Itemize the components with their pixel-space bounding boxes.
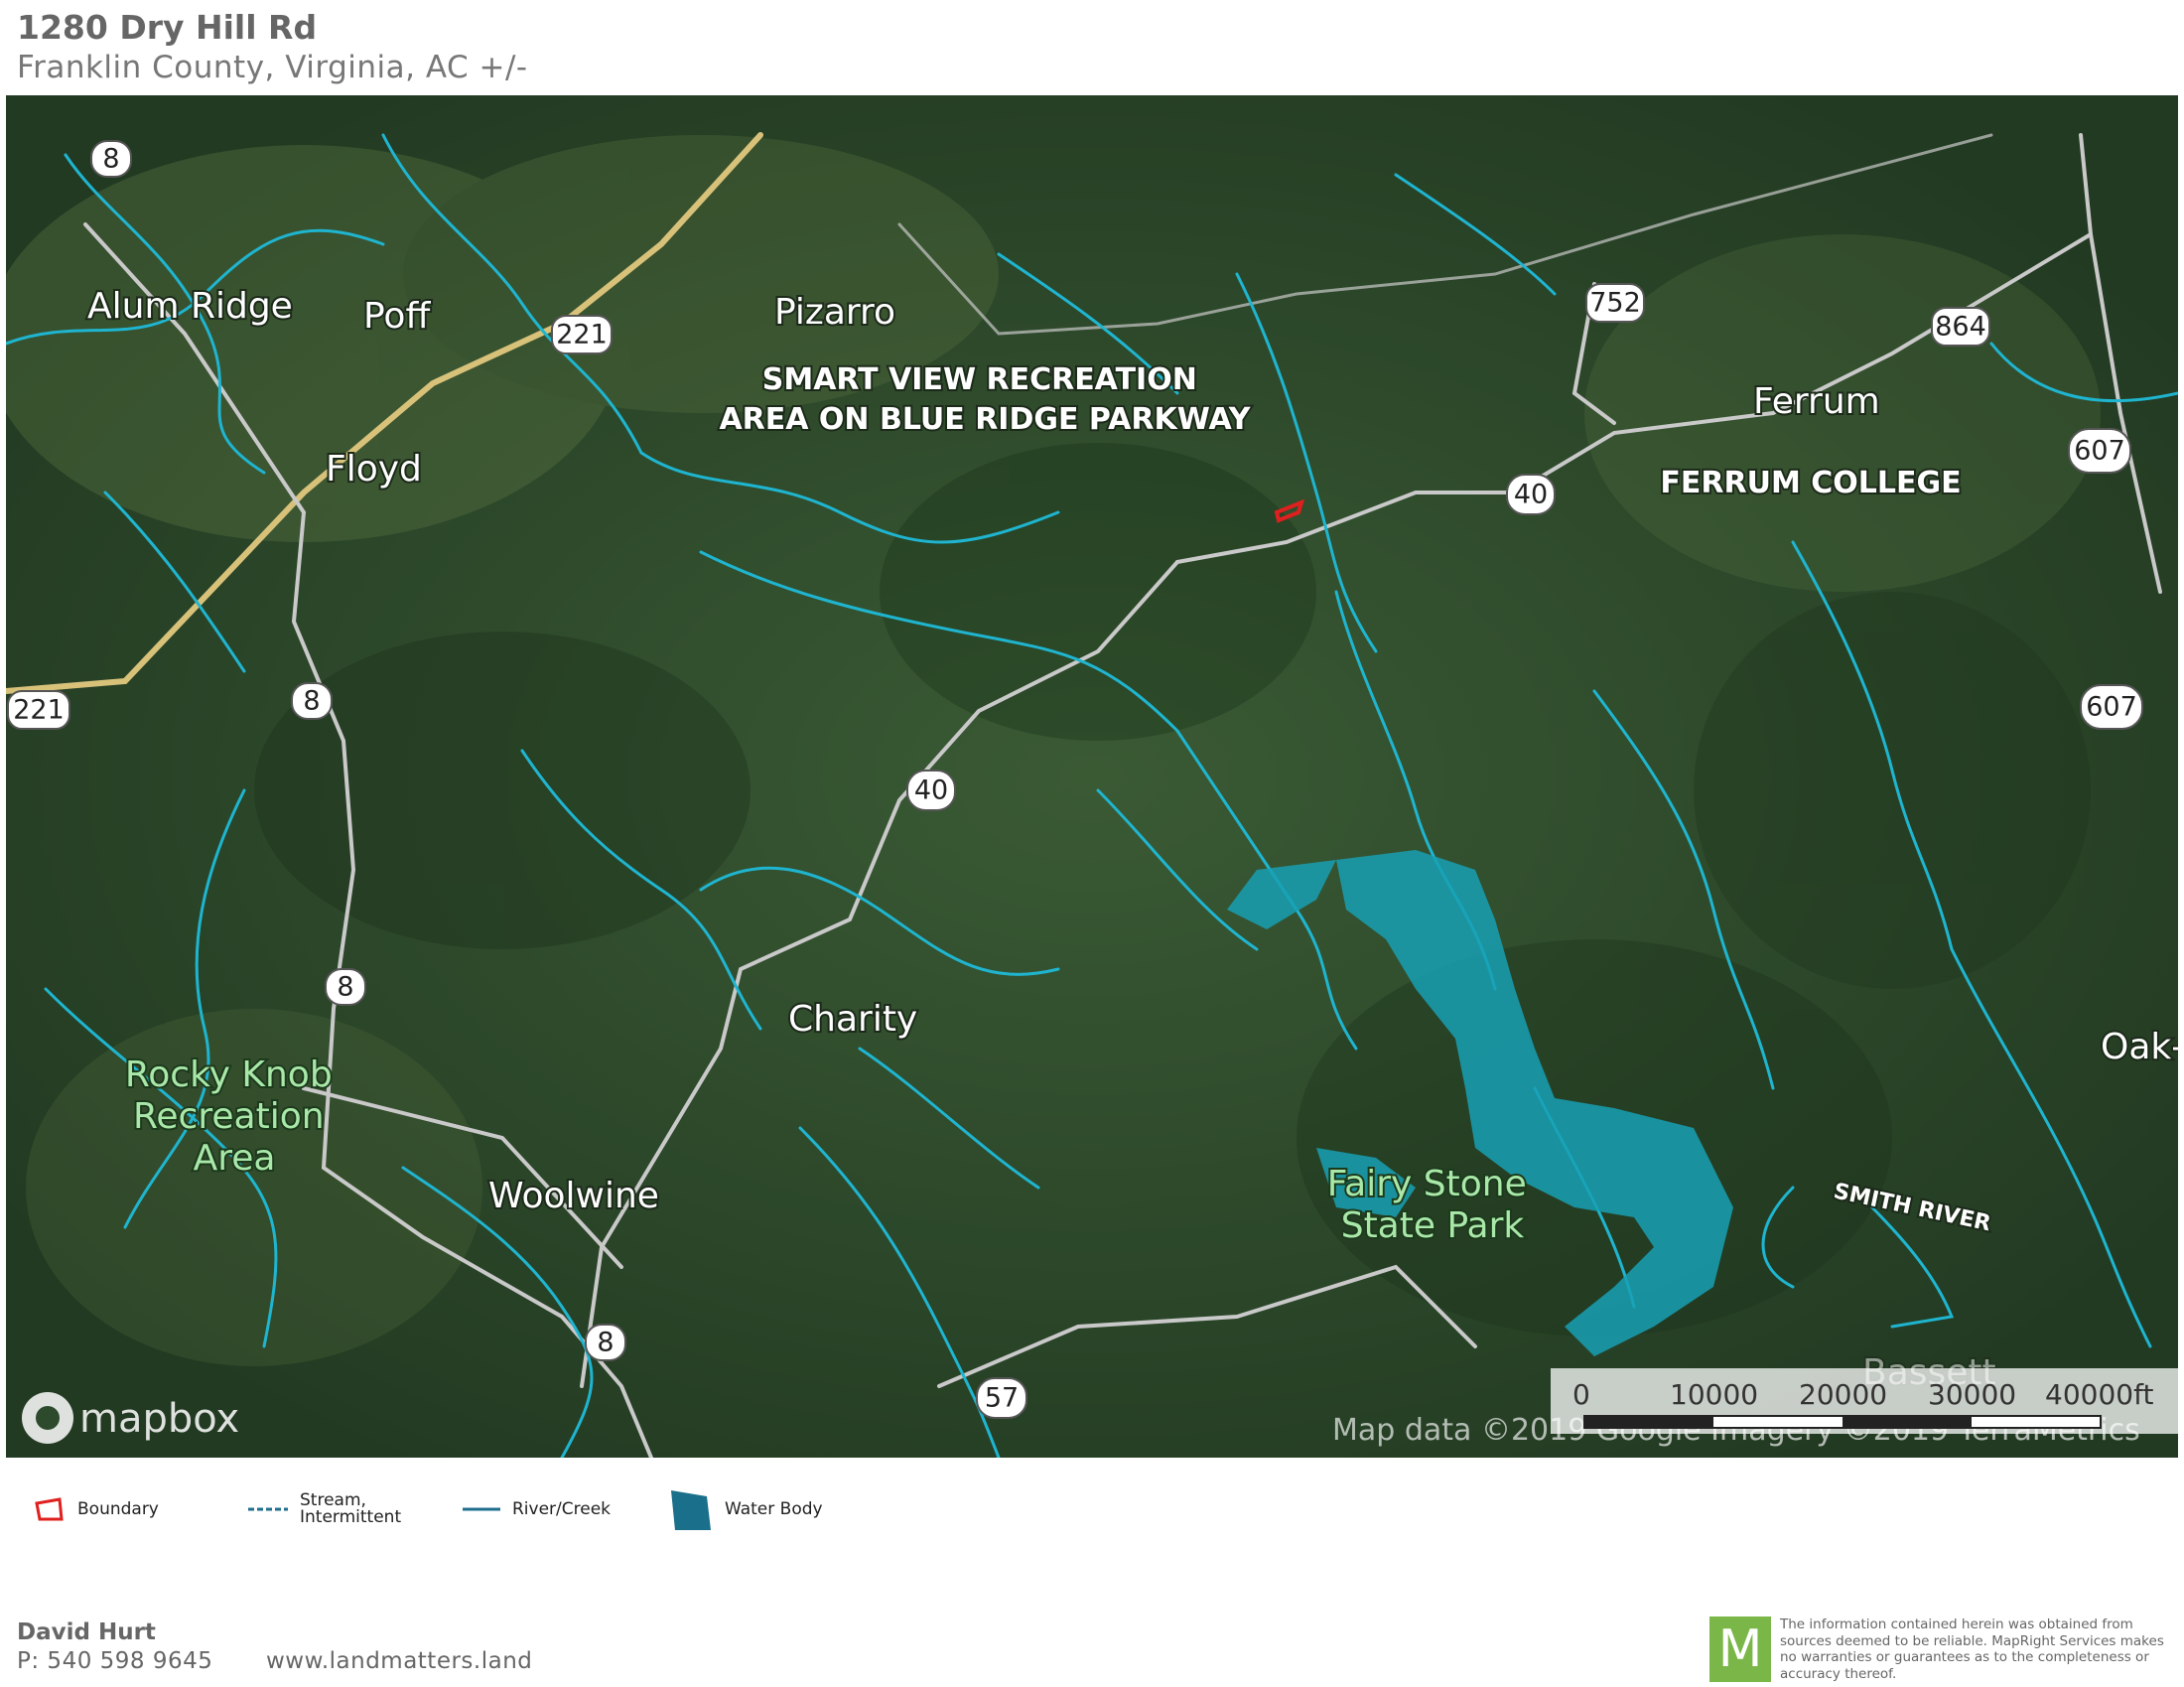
- map-legend: Boundary Stream, Intermittent River/Creek…: [30, 1485, 1023, 1545]
- agent-name: David Hurt: [17, 1619, 156, 1645]
- legend-water: Water Body: [669, 1485, 823, 1533]
- svg-text:40: 40: [914, 775, 948, 806]
- svg-text:607: 607: [2086, 692, 2137, 723]
- svg-text:8: 8: [102, 144, 119, 175]
- place-alum-ridge: Alum Ridge: [87, 286, 293, 327]
- shield-r221-b: 221: [7, 690, 70, 730]
- place-poff: Poff: [363, 296, 431, 337]
- svg-text:752: 752: [1589, 288, 1641, 319]
- place-oak: Oak-: [2101, 1027, 2178, 1067]
- map-subtitle: Franklin County, Virginia, AC +/-: [17, 50, 528, 85]
- svg-text:30000: 30000: [1928, 1378, 2016, 1411]
- shield-r8-d: 8: [585, 1324, 626, 1361]
- shield-r57: 57: [976, 1377, 1027, 1419]
- shield-r607-b: 607: [2080, 684, 2143, 730]
- park-fairy-stone: Fairy Stone State Park: [1327, 1164, 1538, 1246]
- svg-text:0: 0: [1572, 1378, 1590, 1411]
- mapbox-logo[interactable]: mapbox: [22, 1392, 239, 1444]
- scale-bar: 0 10000 20000 30000 40000ft: [1551, 1368, 2178, 1434]
- water-body-icon: [671, 1490, 711, 1530]
- shield-r40-a: 40: [1506, 474, 1556, 515]
- map-title: 1280 Dry Hill Rd: [17, 8, 318, 47]
- svg-text:mapbox: mapbox: [79, 1396, 239, 1442]
- svg-text:8: 8: [303, 686, 320, 717]
- stream-dash-icon: [248, 1507, 288, 1511]
- legend-boundary: Boundary: [34, 1485, 159, 1533]
- svg-text:221: 221: [556, 320, 608, 351]
- agent-website[interactable]: www.landmatters.land: [266, 1648, 532, 1674]
- river-line-icon: [463, 1507, 500, 1511]
- poi-ferrum-college: FERRUM COLLEGE: [1660, 466, 1961, 500]
- place-floyd: Floyd: [326, 449, 422, 490]
- legend-stream: Stream, Intermittent: [248, 1485, 401, 1533]
- shield-r40-b: 40: [906, 770, 956, 811]
- place-charity: Charity: [788, 999, 917, 1040]
- disclaimer-text: The information contained herein was obt…: [1780, 1617, 2164, 1682]
- shield-r864: 864: [1931, 307, 1990, 347]
- svg-text:40000ft: 40000ft: [2045, 1378, 2153, 1411]
- shield-r221-a: 221: [551, 315, 613, 354]
- agent-phone[interactable]: P: 540 598 9645: [17, 1648, 212, 1674]
- svg-text:8: 8: [337, 972, 353, 1003]
- place-pizarro: Pizarro: [774, 292, 895, 333]
- mapright-logo: M: [1709, 1617, 1771, 1682]
- svg-text:607: 607: [2074, 436, 2125, 467]
- shield-r607-a: 607: [2068, 428, 2131, 474]
- shield-r8-a: 8: [90, 140, 132, 178]
- shield-r752: 752: [1585, 283, 1645, 323]
- svg-text:221: 221: [13, 695, 65, 726]
- shield-r8-b: 8: [291, 682, 333, 720]
- place-woolwine: Woolwine: [488, 1176, 659, 1216]
- svg-text:40: 40: [1514, 480, 1548, 510]
- place-ferrum: Ferrum: [1753, 381, 1880, 422]
- svg-text:57: 57: [985, 1383, 1019, 1414]
- legend-river: River/Creek: [463, 1485, 611, 1533]
- svg-text:864: 864: [1935, 312, 1986, 343]
- map-canvas[interactable]: Alum Ridge Poff Floyd Pizarro Ferrum Cha…: [6, 95, 2178, 1458]
- shield-r8-c: 8: [325, 968, 366, 1006]
- svg-text:20000: 20000: [1799, 1378, 1887, 1411]
- svg-text:10000: 10000: [1670, 1378, 1758, 1411]
- boundary-icon: [35, 1497, 64, 1521]
- map-view[interactable]: Alum Ridge Poff Floyd Pizarro Ferrum Cha…: [6, 95, 2178, 1458]
- svg-text:8: 8: [597, 1328, 614, 1358]
